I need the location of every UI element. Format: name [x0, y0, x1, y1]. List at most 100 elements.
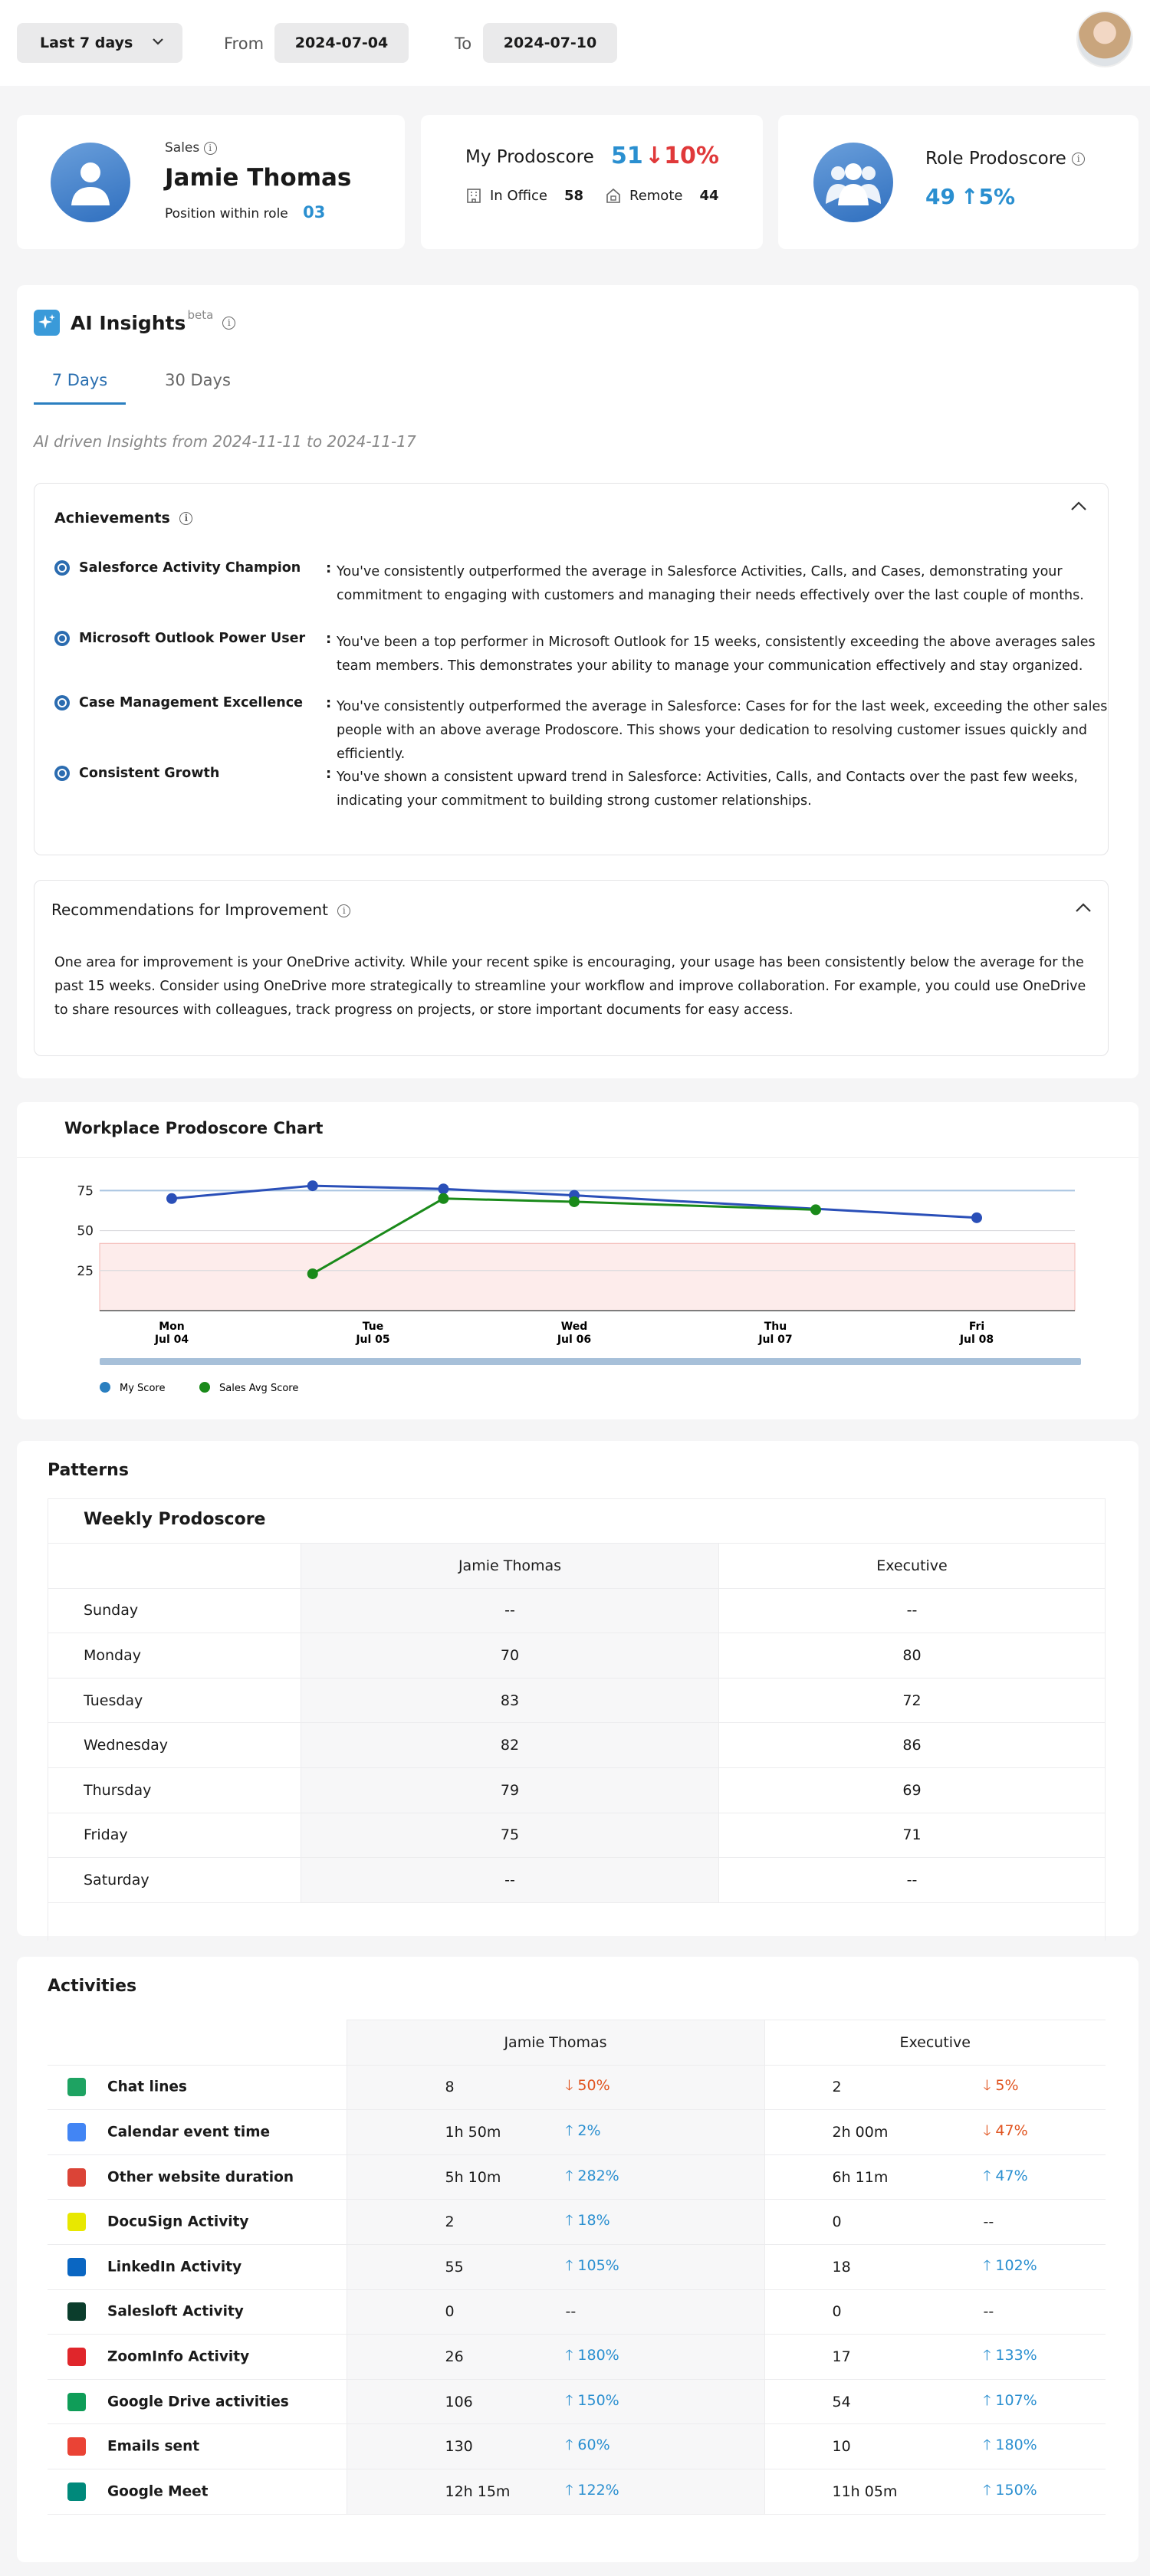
achievement-title: Salesforce Activity Champion: [54, 560, 301, 576]
activity-name: ZoomInfo Activity: [107, 2348, 250, 2365]
info-icon[interactable]: i: [179, 512, 193, 525]
separator: :: [326, 631, 332, 647]
role-change-text: 133%: [995, 2346, 1037, 2364]
achievements-header: Achievements i: [54, 510, 193, 527]
recommendations-text: One area for improvement is your OneDriv…: [54, 955, 1086, 1018]
zoominfo-icon: [67, 2347, 86, 2366]
chevron-up-icon[interactable]: [1074, 901, 1092, 914]
date-range-select[interactable]: Last 7 days: [17, 23, 182, 63]
top-bar: Last 7 days From 2024-07-04 To 2024-07-1…: [0, 0, 1150, 86]
user-activity-cell: 26 🡑 180%: [346, 2334, 765, 2380]
x-tick-label: Jul 06: [557, 1334, 591, 1346]
user-activity-change: 🡑 2%: [565, 2122, 601, 2139]
google-meet-icon: [67, 2482, 86, 2501]
ai-insights-section: AI Insights beta i 7 Days 30 Days AI dri…: [17, 285, 1138, 1078]
user-activity-change: 🡑 122%: [565, 2481, 619, 2499]
activity-name: Google Meet: [107, 2483, 209, 2500]
table-header-row: Jamie Thomas Executive: [48, 2020, 1106, 2066]
achievement-text: You've consistently outperformed the ave…: [337, 699, 1108, 762]
activities-title: Activities: [48, 1977, 137, 1996]
data-point: [810, 1204, 821, 1216]
day-cell: Monday: [48, 1633, 301, 1679]
info-icon[interactable]: i: [1072, 153, 1086, 166]
x-tick-label: Mon: [159, 1321, 185, 1333]
activity-name-cell: Chat lines: [48, 2065, 347, 2111]
x-tick-label: Fri: [969, 1321, 984, 1333]
user-activity-cell: 1h 50m 🡑 2%: [346, 2109, 765, 2155]
role-activity-value: 54: [832, 2393, 851, 2410]
role-activity-change: --: [984, 2303, 994, 2320]
info-icon[interactable]: i: [222, 316, 236, 330]
patterns-subtitle: Weekly Prodoscore: [84, 1510, 266, 1529]
tab-30-days[interactable]: 30 Days: [152, 365, 244, 405]
chart-range-scrollbar: [100, 1358, 1081, 1365]
from-date-input[interactable]: 2024-07-04: [274, 23, 409, 63]
user-score-cell: --: [301, 1588, 719, 1634]
role-line: Sales i: [165, 140, 217, 156]
user-activity-cell: 12h 15m 🡑 122%: [346, 2469, 765, 2515]
weekly-prodoscore-table: Jamie Thomas Executive Sunday -- -- Monday…: [48, 1543, 1106, 1903]
day-cell: Saturday: [48, 1857, 301, 1903]
user-activity-value: 106: [445, 2393, 473, 2410]
x-tick-label: Jul 07: [757, 1334, 792, 1346]
profile-card: Sales i Jamie Thomas Position within rol…: [17, 115, 405, 249]
user-activity-change: 🡑 150%: [565, 2391, 619, 2409]
gmail-icon: [67, 2437, 86, 2456]
achievement-title: Case Management Excellence: [54, 695, 303, 710]
recommendations-header: Recommendations for Improvement i: [51, 901, 351, 919]
user-activity-value: 8: [445, 2079, 455, 2096]
remote-value: 44: [699, 187, 719, 204]
day-cell: Friday: [48, 1813, 301, 1859]
role-activity-change: 🡑 47%: [983, 2167, 1028, 2184]
activity-name: Emails sent: [107, 2438, 200, 2455]
role-score-cell: 72: [718, 1678, 1106, 1724]
in-office-stat: In Office 58: [465, 187, 583, 204]
date-range-label: Last 7 days: [40, 34, 133, 51]
tab-7-days[interactable]: 7 Days: [34, 365, 126, 405]
role-change-text: 107%: [995, 2391, 1037, 2409]
home-icon: [606, 188, 620, 203]
user-activity-value: 5h 10m: [445, 2168, 501, 2186]
role-prodoscore-value: 49: [925, 184, 955, 209]
office-building-icon: [467, 189, 481, 203]
user-activity-change: 🡑 180%: [565, 2346, 619, 2364]
info-icon[interactable]: i: [203, 141, 217, 155]
role-change-text: 5%: [995, 2077, 1019, 2095]
activity-name-cell: LinkedIn Activity: [48, 2244, 347, 2290]
table-row: Chat lines 8 🡓 50% 2 🡓 5%: [48, 2065, 1106, 2111]
user-avatar[interactable]: [1076, 11, 1133, 67]
badge-icon: [54, 695, 70, 710]
achievement-title: Consistent Growth: [54, 766, 219, 781]
badge-icon: [54, 560, 70, 576]
patterns-title: Patterns: [48, 1461, 129, 1480]
chart-section: Workplace Prodoscore Chart 75 50 25 Mon Jul …: [17, 1102, 1138, 1419]
chevron-up-icon[interactable]: [1070, 499, 1088, 513]
role-activity-value: 6h 11m: [832, 2168, 889, 2186]
google-chat-icon: [67, 2078, 86, 2097]
table-row: Monday 70 80: [48, 1633, 1106, 1679]
remote-label: Remote: [629, 187, 683, 204]
to-date-input[interactable]: 2024-07-10: [483, 23, 617, 63]
role-activity-change: 🡑 150%: [983, 2481, 1037, 2499]
day-cell: Thursday: [48, 1767, 301, 1813]
chart-title: Workplace Prodoscore Chart: [64, 1119, 324, 1137]
role-activity-change: 🡑 133%: [983, 2346, 1037, 2364]
recommendations-title: Recommendations for Improvement: [51, 901, 328, 919]
role-change-text: 47%: [995, 2167, 1028, 2184]
user-activity-change: 🡑 105%: [565, 2256, 619, 2274]
role-activity-change: 🡑 180%: [983, 2437, 1037, 2454]
user-activity-cell: 5h 10m 🡑 282%: [346, 2154, 765, 2200]
threshold-band: [99, 1242, 1076, 1311]
user-activity-change: 🡑 60%: [565, 2437, 610, 2454]
role-score-cell: --: [718, 1857, 1106, 1903]
role-activity-cell: 0 --: [764, 2199, 1106, 2245]
legend-marker: [100, 1382, 110, 1393]
data-point: [971, 1212, 982, 1223]
position-label: Position within role: [165, 206, 288, 222]
day-cell: Wednesday: [48, 1722, 301, 1768]
activity-name: Google Drive activities: [107, 2394, 289, 2410]
in-office-value: 58: [564, 187, 584, 204]
info-icon[interactable]: i: [337, 904, 351, 917]
recommendations-panel: Recommendations for Improvement i One ar…: [34, 880, 1109, 1056]
achievement-text: You've been a top performer in Microsoft…: [337, 635, 1096, 674]
